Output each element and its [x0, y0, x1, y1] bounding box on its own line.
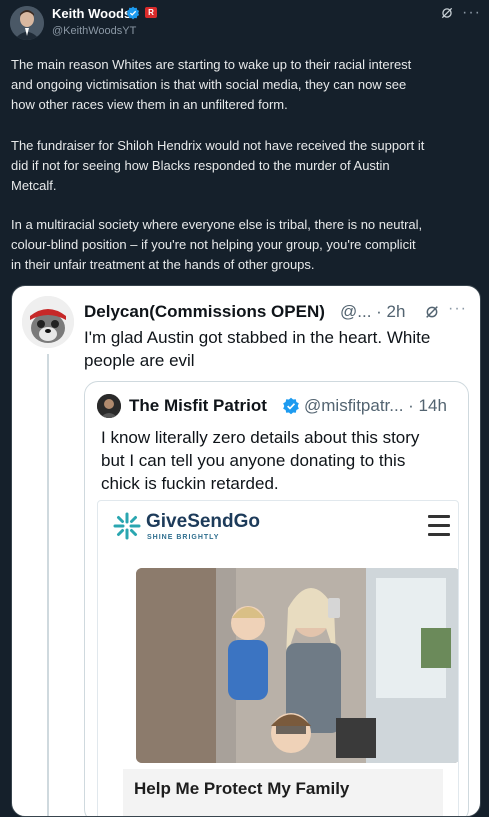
quote-author-handle: @... · 2h: [340, 302, 406, 321]
text-line: chick is fuckin retarded.: [101, 474, 279, 493]
inner-author-name: The Misfit Patriot: [129, 396, 267, 415]
text-line: colour-blind position – if you're not he…: [11, 237, 416, 252]
inner-author-avatar: [97, 394, 121, 418]
text-line: The fundraiser for Shiloh Hendrix would …: [11, 138, 425, 153]
verified-badge-icon: [283, 397, 299, 415]
text-line: I'm glad Austin got stabbed in the heart…: [84, 328, 431, 347]
post-header: Keith Woods R @KeithWoodsYT ···: [0, 0, 489, 48]
inner-quote-text: I know literally zero details about this…: [101, 426, 456, 495]
fundraiser-screenshot: GiveSendGo SHINE BRIGHTLY Help Me Protec…: [97, 500, 459, 816]
more-icon: ···: [448, 300, 467, 317]
author-name[interactable]: Keith Woods: [52, 6, 131, 21]
givesendgo-tagline: SHINE BRIGHTLY: [147, 534, 220, 541]
grok-icon[interactable]: [440, 6, 454, 20]
inner-author-handle: @misfitpatr... · 14h: [304, 396, 447, 415]
text-line: The main reason Whites are starting to w…: [11, 57, 412, 72]
text-line: did if not for seeing how Blacks respond…: [11, 158, 390, 173]
grok-icon: [426, 306, 438, 318]
quote-author-avatar: [22, 296, 74, 348]
hamburger-menu-icon: [428, 515, 450, 536]
text-line: but I can tell you anyone donating to th…: [101, 451, 406, 470]
author-handle[interactable]: @KeithWoodsYT: [52, 25, 136, 37]
text-line: in their unfair treatment at the hands o…: [11, 257, 315, 272]
thread-line: [47, 354, 49, 816]
quote-author-name: Delycan(Commissions OPEN): [84, 302, 325, 321]
text-line: In a multiracial society where everyone …: [11, 217, 423, 232]
post-paragraph-3: In a multiracial society where everyone …: [11, 215, 481, 275]
text-line: and ongoing victimisation is that with s…: [11, 77, 407, 92]
text-line: people are evil: [84, 351, 195, 370]
text-line: Metcalf.: [11, 178, 57, 193]
quoted-screenshot[interactable]: Delycan(Commissions OPEN) @... · 2h ··· …: [11, 285, 481, 817]
text-line: how other races view them in an unfilter…: [11, 97, 288, 112]
post-paragraph-1: The main reason Whites are starting to w…: [11, 55, 481, 115]
inner-quoted-post: The Misfit Patriot @misfitpatr... · 14h …: [84, 381, 469, 816]
affiliation-badge-icon: R: [145, 7, 157, 18]
campaign-photo: [136, 568, 458, 763]
campaign-title: Help Me Protect My Family: [134, 779, 350, 798]
givesendgo-logo-icon: [113, 512, 141, 540]
givesendgo-brand: GiveSendGo: [146, 511, 261, 532]
post-paragraph-2: The fundraiser for Shiloh Hendrix would …: [11, 136, 481, 196]
author-avatar[interactable]: [10, 6, 44, 40]
text-line: I know literally zero details about this…: [101, 428, 420, 447]
more-icon[interactable]: ···: [462, 4, 481, 22]
verified-badge-icon: [126, 6, 140, 20]
quote-text: I'm glad Austin got stabbed in the heart…: [84, 326, 464, 372]
